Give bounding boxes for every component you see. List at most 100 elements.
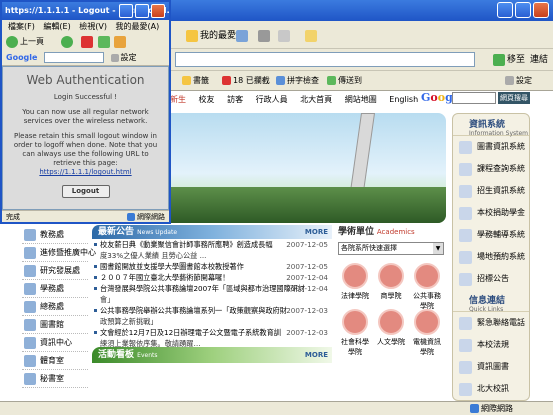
folder-button[interactable] (305, 27, 319, 45)
news-item[interactable]: 國書館開放並支援學大學圖書館本校教授著作 2007-12-05 (92, 261, 332, 272)
left-nav-item[interactable]: 總務處 (22, 298, 88, 316)
chevron-down-icon: ▼ (433, 243, 443, 254)
address-input[interactable] (175, 52, 475, 67)
minimize-button[interactable] (497, 2, 513, 18)
close-button[interactable] (151, 4, 165, 18)
left-nav-item[interactable]: 體育室 (22, 352, 88, 370)
popup-titlebar: https://1.1.1.1 - Logout - Microsoft I..… (2, 2, 169, 20)
left-nav-item[interactable]: 秘書室 (22, 370, 88, 388)
go-arrow-icon (493, 53, 505, 66)
back-button[interactable]: 上一頁 (6, 35, 44, 48)
sidebar-link[interactable]: 資訊圖書 (453, 356, 529, 378)
left-nav-item[interactable]: 學務處 (22, 280, 88, 298)
topnav-link[interactable]: 行政人員 (256, 95, 288, 104)
college-link[interactable]: 人文學院 (374, 309, 408, 347)
college-link[interactable]: 法律學院 (338, 263, 372, 301)
topnav-link[interactable]: 新生 (170, 95, 186, 104)
sidebar-link[interactable]: 場地預約系統 (453, 246, 529, 268)
college-link[interactable]: 社會科學學院 (338, 309, 372, 357)
topnav-link[interactable]: 北大首頁 (300, 95, 332, 104)
sidebar-link[interactable]: 招生資訊系統 (453, 180, 529, 202)
login-success-text: Login Successful ! (53, 93, 118, 101)
sidebar-link[interactable]: 本校法規 (453, 334, 529, 356)
news-item-cont[interactable]: 度33%之優人業績 且勞心公益 ... (92, 250, 332, 261)
favorites-button[interactable]: 我的最愛 (186, 27, 236, 45)
popup-settings-button[interactable]: 設定 (110, 53, 137, 62)
menu-edit[interactable]: 編輯(E) (43, 22, 70, 31)
menu-view[interactable]: 檢視(V) (79, 22, 107, 31)
popup-blocker-button[interactable]: 18 已攔截 (222, 74, 270, 88)
site-search-button[interactable]: 網頁搜尋 (498, 92, 530, 104)
topnav-link[interactable]: 校友 (199, 95, 215, 104)
send-to-button[interactable]: 傳送到 (327, 74, 362, 88)
events-more-link[interactable]: MORE (305, 347, 328, 363)
globe-icon (470, 404, 479, 413)
maximize-button[interactable] (135, 4, 149, 18)
events-header: 活動看板 Events MORE (92, 347, 332, 363)
mail-icon (236, 29, 248, 42)
left-nav-item[interactable]: 資訊中心 (22, 334, 88, 352)
toolbar-settings-button[interactable]: 設定 (505, 74, 532, 88)
news-item[interactable]: 台灣發展與學院公共事務論壇2007年「區域與都市治理國際研討 2007-12-04 (92, 283, 332, 294)
news-item[interactable]: ２００７年國立臺北大學藝術節開幕囉！ 2007-12-04 (92, 272, 332, 283)
sidebar-link[interactable]: 緊急聯絡電話 (453, 312, 529, 334)
popup-status-bar: 完成 網際網路 (2, 210, 169, 222)
college-link[interactable]: 商學院 (374, 263, 408, 301)
star-icon (182, 76, 191, 85)
department-select[interactable]: 各院系所快速選擇 ▼ (338, 242, 444, 255)
quick-links-header: 信息連結 Quick Links (453, 290, 529, 313)
google-search-input[interactable] (44, 52, 104, 63)
send-icon (327, 76, 336, 85)
news-item-cont[interactable]: 會」 (92, 294, 332, 305)
spellcheck-icon (276, 76, 285, 85)
stop-button[interactable] (81, 35, 95, 48)
college-link[interactable]: 電機資訊學院 (410, 309, 444, 357)
settings-icon (505, 76, 514, 85)
college-icon (378, 263, 404, 289)
menu-favorites[interactable]: 我的最愛(A) (116, 22, 160, 31)
sidebar-link[interactable]: 北大校訊 (453, 378, 529, 400)
news-more-link[interactable]: MORE (305, 225, 328, 239)
mail-button[interactable] (236, 27, 250, 45)
minimize-button[interactable] (119, 4, 133, 18)
menu-file[interactable]: 檔案(F) (8, 22, 35, 31)
globe-icon (127, 213, 135, 221)
left-nav-item[interactable]: 進修暨推廣中心 (22, 244, 96, 262)
left-nav-item[interactable]: 研究發展處 (22, 262, 88, 280)
home-icon (114, 35, 127, 48)
academics-title: 學術單位 Academics (338, 227, 415, 237)
bookmarks-button[interactable]: 書籤 (182, 74, 209, 88)
news-item-cont[interactable]: 政預算之新挑戰」 (92, 316, 332, 327)
forward-button[interactable] (60, 35, 75, 48)
close-button[interactable] (533, 2, 549, 18)
refresh-button[interactable] (97, 35, 112, 48)
logout-button[interactable]: Logout (61, 185, 110, 198)
news-item[interactable]: 文會經於12月7日及12日辦理電子公文暨電子系統教育訓 2007-12-03 (92, 327, 332, 338)
maximize-button[interactable] (515, 2, 531, 18)
logout-url-link[interactable]: https://1.1.1.1/logout.html (39, 168, 131, 176)
go-button[interactable]: 移至 (493, 52, 525, 68)
print-button[interactable] (258, 27, 272, 45)
sidebar-link[interactable]: 圖書資訊系統 (453, 136, 529, 158)
sidebar-link[interactable]: 本校捐助學金 (453, 202, 529, 224)
refresh-icon (97, 35, 110, 48)
spellcheck-button[interactable]: 拼字檢查 (276, 74, 319, 88)
left-nav-item[interactable]: 圖書館 (22, 316, 88, 334)
news-item[interactable]: 公共事務學院舉辦公共事務論壇系列一「政策觀察與政府財 2007-12-03 (92, 305, 332, 316)
topnav-link[interactable]: 訪客 (227, 95, 243, 104)
sidebar-link[interactable]: 課程查詢系統 (453, 158, 529, 180)
edit-button[interactable] (278, 27, 292, 45)
left-nav-item[interactable]: 教務處 (22, 226, 88, 244)
sidebar-link[interactable]: 學務輔導系統 (453, 224, 529, 246)
topnav-link[interactable]: 網站地圖 (345, 95, 377, 104)
site-search-input[interactable] (452, 92, 496, 104)
popup-google-toolbar: Google 設定 (2, 50, 169, 66)
news-item[interactable]: 校友薪日典《動業聚信會計師事務所應聘》創造成長幅 2007-12-05 (92, 239, 332, 250)
topnav-link[interactable]: English (389, 95, 418, 104)
auth-content: Web Authentication Login Successful ! Yo… (2, 66, 169, 210)
home-button[interactable] (114, 35, 128, 48)
sidebar-link[interactable]: 招標公告 (453, 268, 529, 290)
links-button[interactable]: 連結 (530, 52, 548, 68)
college-link[interactable]: 公共事務學院 (410, 263, 444, 311)
events-panel: 活動看板 Events MORE (92, 347, 332, 401)
